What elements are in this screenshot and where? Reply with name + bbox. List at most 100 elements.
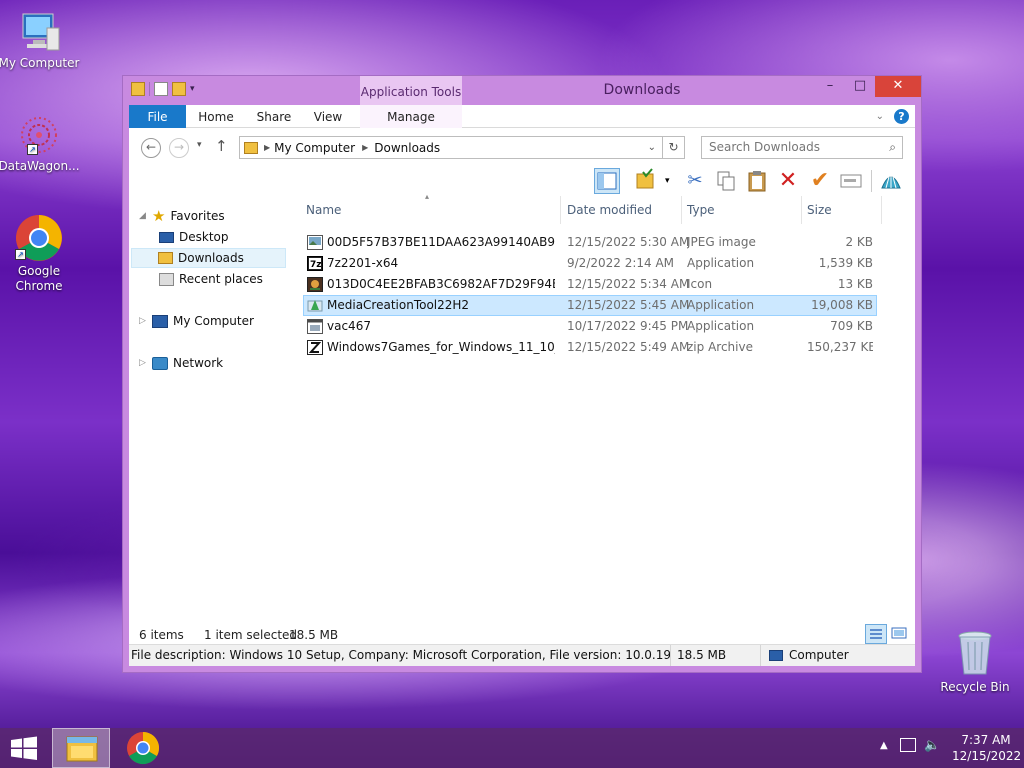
column-header-size[interactable]: Size xyxy=(804,196,882,224)
navigation-pane: ◢ ★ Favorites Desktop Downloads Recent p… xyxy=(129,196,299,626)
nav-favorites[interactable]: ◢ ★ Favorites xyxy=(139,206,225,226)
shortcut-arrow-icon: ↗ xyxy=(15,249,26,260)
file-size: 2 KB xyxy=(845,235,873,249)
recent-places-icon xyxy=(159,272,174,286)
start-button[interactable] xyxy=(0,728,48,768)
file-row-selected[interactable]: MediaCreationTool22H2 12/15/2022 5:45 AM… xyxy=(303,295,877,316)
network-tray-icon[interactable] xyxy=(900,738,916,752)
command-toolbar: ▾ ✂ ✕ ✔ xyxy=(129,164,915,196)
show-hidden-icons-icon[interactable]: ▲ xyxy=(880,740,888,751)
desktop-icon-datawagon[interactable]: ↗ DataWagon... xyxy=(0,113,81,174)
status-bar: 6 items 1 item selected 18.5 MB xyxy=(129,624,915,644)
jpeg-file-icon xyxy=(307,235,323,250)
desktop-icon-label: Recycle Bin xyxy=(940,680,1010,694)
clock-time: 7:37 AM xyxy=(961,733,1011,747)
nav-network[interactable]: ▷ Network xyxy=(139,353,223,373)
nav-desktop[interactable]: Desktop xyxy=(159,227,229,247)
file-row[interactable]: 013D0C4EE2BFAB3C6982AF7D29F94E87_... 12/… xyxy=(303,274,877,295)
breadcrumb-downloads[interactable]: Downloads xyxy=(374,141,440,155)
chevron-down-icon[interactable]: ⌄ xyxy=(876,111,884,122)
datawagon-icon: ↗ xyxy=(17,113,61,157)
rename-icon[interactable] xyxy=(838,168,864,194)
chevron-down-icon[interactable]: ▾ xyxy=(665,176,670,186)
file-type: Application xyxy=(687,298,755,312)
forward-button[interactable]: → xyxy=(169,138,189,158)
column-header-type[interactable]: Type xyxy=(684,196,802,224)
expand-arrow-icon[interactable]: ▷ xyxy=(139,311,147,331)
file-size: 19,008 KB xyxy=(811,298,873,312)
breadcrumb-separator-icon: ▶ xyxy=(264,143,271,152)
refresh-button[interactable]: ↻ xyxy=(663,136,685,159)
system-tray: ▲ 🔈 7:37 AM 12/15/2022 xyxy=(864,728,1024,768)
nav-my-computer[interactable]: ▷ My Computer xyxy=(139,311,254,331)
desktop-icon-google-chrome[interactable]: ↗ Google Chrome xyxy=(0,214,81,294)
file-row[interactable]: vac467 10/17/2022 9:45 PM Application 70… xyxy=(303,316,877,337)
nav-recent-places[interactable]: Recent places xyxy=(159,269,263,289)
column-header-date[interactable]: Date modified xyxy=(564,196,682,224)
file-explorer-icon xyxy=(66,736,98,762)
desktop-icon-recycle-bin[interactable]: Recycle Bin xyxy=(933,630,1017,695)
up-arrow-icon[interactable]: ↑ xyxy=(215,137,228,155)
explorer-body: ← → ▾ ↑ ▶ My Computer ▶ Downloads ⌄ ↻ Se… xyxy=(129,128,915,666)
taskbar-google-chrome[interactable] xyxy=(117,728,169,768)
file-date: 12/15/2022 5:34 AM xyxy=(567,277,690,291)
close-button[interactable]: ✕ xyxy=(875,76,921,97)
large-icons-view-button[interactable] xyxy=(889,624,909,644)
details-size: 18.5 MB xyxy=(671,645,761,666)
copy-icon[interactable] xyxy=(713,168,739,194)
file-name: 7z2201-x64 xyxy=(327,256,399,270)
file-date: 12/15/2022 5:45 AM xyxy=(567,298,690,312)
paste-icon[interactable] xyxy=(744,168,770,194)
expand-arrow-icon[interactable]: ▷ xyxy=(139,353,147,373)
recent-locations-chevron-icon[interactable]: ▾ xyxy=(197,140,202,150)
details-view-button[interactable] xyxy=(865,624,887,644)
back-button[interactable]: ← xyxy=(141,138,161,158)
svg-text:7z: 7z xyxy=(310,260,322,270)
volume-icon[interactable]: 🔈 xyxy=(924,738,940,753)
chrome-icon xyxy=(127,731,160,765)
breadcrumb-my-computer[interactable]: My Computer xyxy=(274,141,355,155)
collapse-arrow-icon[interactable]: ◢ xyxy=(139,206,147,226)
address-bar[interactable]: ▶ My Computer ▶ Downloads ⌄ xyxy=(239,136,663,159)
computer-icon xyxy=(17,10,61,54)
file-row[interactable]: 00D5F57B37BE11DAA623A99140AB9F2D_... 12/… xyxy=(303,232,877,253)
file-row[interactable]: Windows7Games_for_Windows_11_10_8 12/15/… xyxy=(303,337,877,358)
cut-icon[interactable]: ✂ xyxy=(682,168,708,194)
details-location: Computer xyxy=(761,645,915,666)
address-dropdown-icon[interactable]: ⌄ xyxy=(648,142,656,153)
computer-icon xyxy=(152,314,168,328)
search-input[interactable]: Search Downloads ⌕ xyxy=(701,136,903,159)
address-row: ← → ▾ ↑ ▶ My Computer ▶ Downloads ⌄ ↻ Se… xyxy=(129,128,915,164)
title-bar[interactable]: ▾ Application Tools Downloads – □ ✕ xyxy=(123,76,921,106)
tab-file[interactable]: File xyxy=(129,105,186,128)
tab-manage[interactable]: Manage xyxy=(360,105,462,128)
ribbon-tabs: File Home Share View Manage ⌄ ? xyxy=(129,105,915,128)
nav-recent-label: Recent places xyxy=(179,272,263,286)
tab-home[interactable]: Home xyxy=(193,105,239,128)
nav-downloads[interactable]: Downloads xyxy=(131,248,286,268)
tab-view[interactable]: View xyxy=(307,105,349,128)
file-list: ▴ Name Date modified Type Size 00D5F57B3… xyxy=(303,192,915,626)
window-title-text: Downloads xyxy=(603,82,681,98)
properties-folder-icon[interactable] xyxy=(633,168,659,194)
shell-icon[interactable] xyxy=(878,168,904,194)
desktop-icon-label: My Computer xyxy=(0,56,80,70)
folder-icon xyxy=(244,141,258,154)
clock[interactable]: 7:37 AM 12/15/2022 xyxy=(952,732,1021,764)
column-header-name[interactable]: Name xyxy=(303,196,561,224)
tab-share[interactable]: Share xyxy=(251,105,297,128)
selected-count: 1 item selected xyxy=(204,628,298,642)
minimize-button[interactable]: – xyxy=(815,76,845,97)
desktop-icon xyxy=(159,231,174,243)
desktop-icon-my-computer[interactable]: My Computer xyxy=(0,10,81,71)
separator xyxy=(871,170,872,192)
preview-pane-button[interactable] xyxy=(594,168,620,194)
check-icon[interactable]: ✔ xyxy=(807,168,833,194)
file-row[interactable]: 7z 7z2201-x64 9/2/2022 2:14 AM Applicati… xyxy=(303,253,877,274)
help-icon[interactable]: ? xyxy=(894,109,909,124)
delete-icon[interactable]: ✕ xyxy=(775,168,801,194)
maximize-button[interactable]: □ xyxy=(845,76,875,97)
media-creation-tool-icon xyxy=(307,300,323,312)
taskbar-file-explorer[interactable] xyxy=(52,728,110,768)
file-type: Icon xyxy=(687,277,713,291)
